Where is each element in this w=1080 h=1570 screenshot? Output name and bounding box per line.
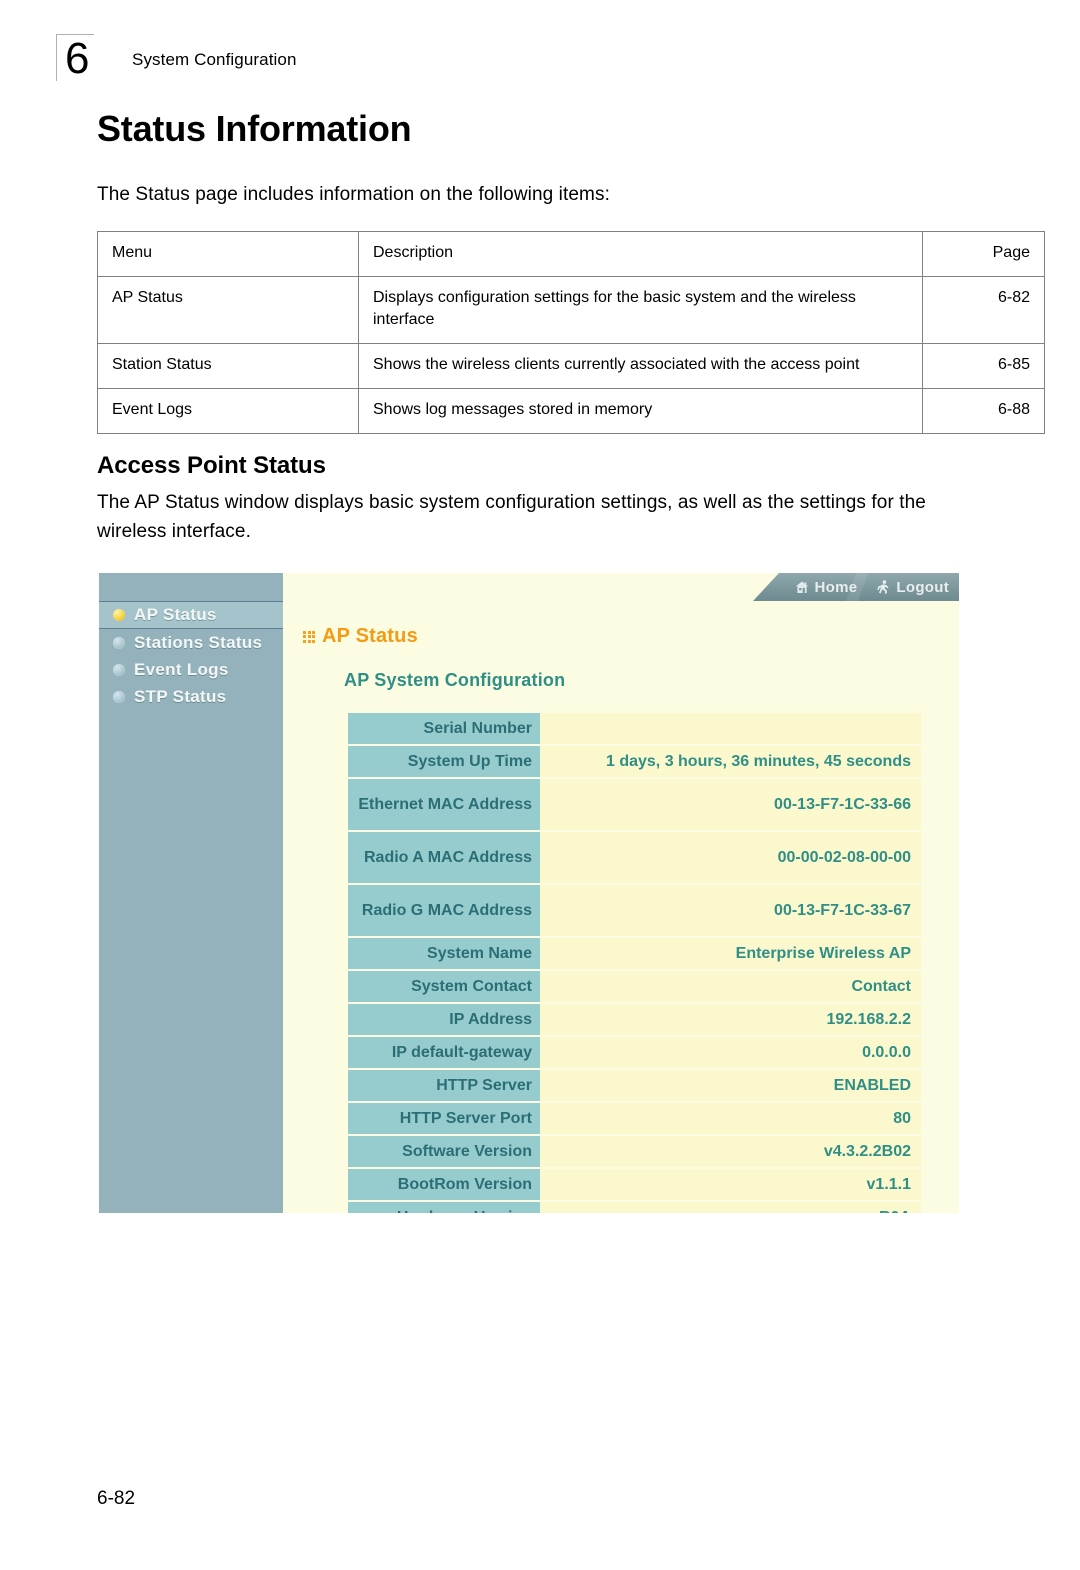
field-label: Software Version [348,1136,540,1167]
ap-system-configuration-table: Serial Number System Up Time 1 days, 3 h… [348,711,921,1213]
field-value: Contact [540,971,921,1002]
app-topbar: Home Logout [753,573,959,601]
field-label: System Up Time [348,746,540,777]
home-label: Home [814,578,858,596]
field-label: IP Address [348,1004,540,1035]
sidebar-item-label: Event Logs [134,659,229,679]
home-button[interactable]: Home [785,573,868,601]
field-label: HTTP Server Port [348,1103,540,1134]
cell-description: Shows the wireless clients currently ass… [358,343,923,389]
field-value: R0A [540,1202,921,1213]
cell-page: 6-82 [922,276,1045,344]
status-items-table: Menu Description Page AP Status Displays… [97,231,1045,434]
field-row: Ethernet MAC Address 00-13-F7-1C-33-66 [348,779,921,830]
field-label: Ethernet MAC Address [348,779,540,830]
field-value: Enterprise Wireless AP [540,938,921,969]
field-row: HTTP Server Port 80 [348,1103,921,1134]
field-row: IP Address 192.168.2.2 [348,1004,921,1035]
field-value: 80 [540,1103,921,1134]
running-person-icon [877,580,890,594]
column-header-menu: Menu [97,231,359,277]
field-row: Radio G MAC Address 00-13-F7-1C-33-67 [348,885,921,936]
cell-page: 6-85 [922,343,1045,389]
field-row: IP default-gateway 0.0.0.0 [348,1037,921,1068]
field-value: v4.3.2.2B02 [540,1136,921,1167]
field-value [540,713,921,744]
field-row: Radio A MAC Address 00-00-02-08-00-00 [348,832,921,883]
logout-button[interactable]: Logout [867,573,959,601]
cell-description: Displays configuration settings for the … [358,276,923,344]
field-label: Hardware Version [348,1202,540,1213]
field-value: 00-00-02-08-00-00 [540,832,921,883]
table-row: AP Status Displays configuration setting… [97,276,1045,344]
field-value: 00-13-F7-1C-33-67 [540,885,921,936]
field-label: System Name [348,938,540,969]
app-sidebar: AP Status Stations Status Event Logs STP… [99,573,283,1213]
app-section-title: AP System Configuration [344,670,566,690]
cell-menu: Event Logs [97,388,359,434]
intro-text: The Status page includes information on … [97,184,610,205]
app-page-title: AP Status [303,625,418,648]
field-value: 192.168.2.2 [540,1004,921,1035]
table-row: Event Logs Shows log messages stored in … [97,388,1045,434]
field-row: System Up Time 1 days, 3 hours, 36 minut… [348,746,921,777]
field-row: System Name Enterprise Wireless AP [348,938,921,969]
field-row: Software Version v4.3.2.2B02 [348,1136,921,1167]
sidebar-item-stations-status[interactable]: Stations Status [99,629,283,656]
section-heading: Access Point Status [97,452,326,479]
field-row: Hardware Version R0A [348,1202,921,1213]
table-header-row: Menu Description Page [97,231,1045,277]
footer-page-number: 6-82 [97,1488,136,1509]
field-value: v1.1.1 [540,1169,921,1200]
field-label: Radio A MAC Address [348,832,540,883]
field-label: IP default-gateway [348,1037,540,1068]
field-label: Radio G MAC Address [348,885,540,936]
field-label: BootRom Version [348,1169,540,1200]
column-header-description: Description [358,231,923,277]
field-label: HTTP Server [348,1070,540,1101]
cell-description: Shows log messages stored in memory [358,388,923,434]
cell-menu: Station Status [97,343,359,389]
bullet-icon [113,690,125,703]
section-paragraph: The AP Status window displays basic syst… [97,492,926,542]
table-row: Station Status Shows the wireless client… [97,343,1045,389]
running-head-title: System Configuration [132,50,297,69]
app-screenshot: AP Status Stations Status Event Logs STP… [99,573,959,1213]
bullet-icon [113,636,125,649]
chapter-number: 6 [56,34,94,81]
field-value: ENABLED [540,1070,921,1101]
field-label: Serial Number [348,713,540,744]
field-row: BootRom Version v1.1.1 [348,1169,921,1200]
sidebar-item-label: AP Status [134,605,217,624]
field-row: Serial Number [348,713,921,744]
bullet-icon [113,609,125,621]
bullet-icon [113,663,125,676]
sidebar-item-ap-status[interactable]: AP Status [99,601,283,629]
running-head: 6 System Configuration [56,34,297,81]
sidebar-item-event-logs[interactable]: Event Logs [99,656,283,683]
cell-page: 6-88 [922,388,1045,434]
sidebar-item-label: Stations Status [134,632,263,652]
logout-label: Logout [896,578,949,596]
app-page-title-label: AP Status [322,625,418,647]
home-icon [795,581,809,594]
sidebar-item-label: STP Status [134,686,227,706]
cell-menu: AP Status [97,276,359,344]
field-row: HTTP Server ENABLED [348,1070,921,1101]
field-value: 00-13-F7-1C-33-66 [540,779,921,830]
grid-icon [303,630,315,643]
sidebar-item-stp-status[interactable]: STP Status [99,683,283,710]
page-title: Status Information [97,108,412,149]
field-value: 1 days, 3 hours, 36 minutes, 45 seconds [540,746,921,777]
sidebar-nav: AP Status Stations Status Event Logs STP… [99,601,283,710]
field-row: System Contact Contact [348,971,921,1002]
field-label: System Contact [348,971,540,1002]
column-header-page: Page [922,231,1045,277]
field-value: 0.0.0.0 [540,1037,921,1068]
